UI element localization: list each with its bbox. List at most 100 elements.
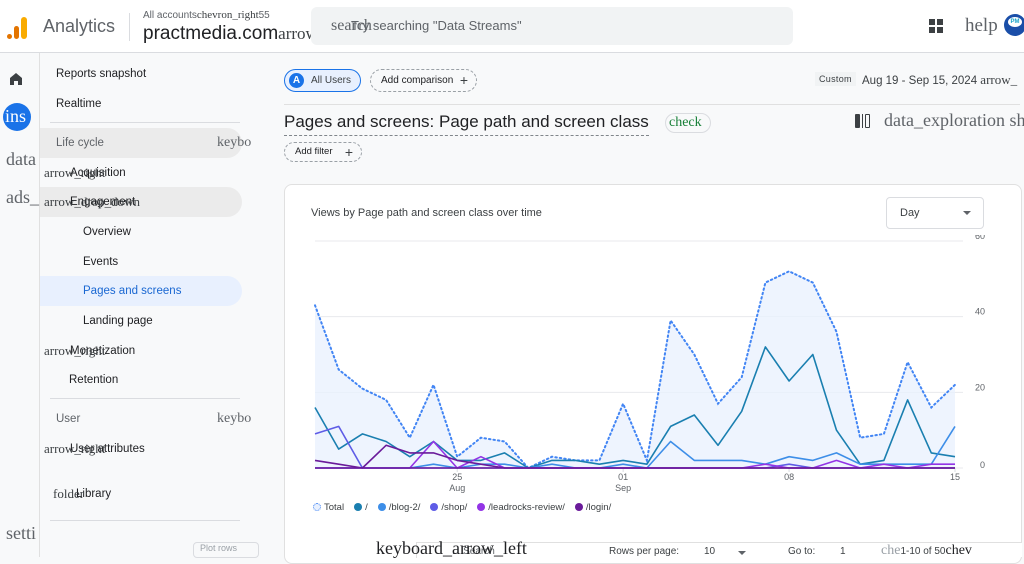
- legend-swatch-icon: [477, 503, 486, 511]
- divider: [50, 398, 240, 399]
- granularity-select[interactable]: Day: [886, 197, 984, 229]
- nav-item-user-attributes[interactable]: User attributes arrow_right: [40, 434, 242, 464]
- divider: [50, 520, 240, 521]
- rows-per-page-label: Rows per page:: [609, 546, 680, 557]
- arrow-right-icon: arrow_right: [44, 441, 106, 456]
- legend-item[interactable]: /login/: [574, 502, 611, 513]
- avatar[interactable]: PM: [1004, 14, 1024, 36]
- account-breadcrumb[interactable]: All accountschevron_right55: [143, 9, 270, 21]
- section-label: Life cycle: [56, 137, 104, 149]
- arrow-right-icon: arrow_right: [44, 165, 106, 180]
- avatar-initials: PM: [1008, 17, 1022, 27]
- table-toolbar: keyboard_arrow_left ... Search Rows per …: [376, 538, 1022, 558]
- nav-item-acquisition[interactable]: Acquisition arrow_right: [40, 158, 242, 188]
- total-area: [315, 271, 955, 468]
- page-range: 1-10 of 50: [900, 546, 946, 557]
- search-bar[interactable]: search Try searching "Data Streams": [311, 7, 793, 45]
- folder-icon: folder: [53, 486, 85, 501]
- left-rail: ins data ads_ setti: [0, 53, 40, 557]
- caret-down-icon: [963, 211, 971, 215]
- chart-title: Views by Page path and screen class over…: [311, 207, 542, 219]
- insights-icon[interactable]: ins: [3, 103, 31, 131]
- nav-item-overview[interactable]: Overview: [40, 217, 242, 247]
- plus-icon: +: [344, 144, 353, 160]
- nav-item-library[interactable]: Library folder: [40, 479, 242, 509]
- nav-item-landing-page[interactable]: Landing page: [40, 306, 242, 336]
- home-icon[interactable]: [9, 72, 23, 86]
- help-icon[interactable]: help: [965, 15, 998, 37]
- legend-item[interactable]: /leadrocks-review/: [477, 502, 565, 513]
- legend-label: /: [365, 502, 368, 513]
- go-to-label: Go to:: [788, 546, 816, 557]
- nav-item-engagement[interactable]: Engagement arrow_drop_down: [40, 187, 242, 217]
- data-exploration-icon[interactable]: data: [6, 149, 36, 170]
- arrow-drop-down-icon: arrow_: [980, 72, 1018, 87]
- plot-rows-button[interactable]: Plot rows: [193, 542, 259, 558]
- x-tick-month-label: Sep: [615, 483, 631, 493]
- search-input[interactable]: Try searching "Data Streams": [351, 18, 522, 33]
- page-title[interactable]: Pages and screens: Page path and screen …: [284, 112, 649, 136]
- app-name: Analytics: [43, 16, 116, 36]
- keyboard-arrow-up-icon: keybo: [217, 135, 252, 150]
- nav-section-user[interactable]: User keybo: [40, 404, 251, 434]
- plus-icon: +: [459, 72, 468, 88]
- reports-nav: Reports snapshot Realtime Life cycle key…: [40, 53, 251, 557]
- settings-icon[interactable]: setti: [6, 523, 36, 544]
- y-tick-label: 60: [975, 235, 985, 241]
- y-tick-label: 20: [975, 382, 985, 392]
- legend-label: /leadrocks-review/: [488, 502, 565, 513]
- legend-item[interactable]: /shop/: [430, 502, 467, 513]
- property-name: practmedia.com: [143, 23, 279, 44]
- x-tick-label: 01: [618, 472, 628, 482]
- add-comparison-button[interactable]: Add comparison +: [370, 69, 477, 92]
- caret-down-icon[interactable]: [738, 551, 746, 555]
- legend-swatch-icon: [354, 503, 363, 511]
- segment-label: All Users: [311, 75, 352, 86]
- date-range-text: Aug 19 - Sep 15, 2024: [862, 75, 978, 87]
- rows-per-page-select[interactable]: 10: [704, 546, 715, 557]
- date-range-badge: Custom: [815, 72, 856, 86]
- check-circle-icon[interactable]: check: [665, 113, 711, 133]
- analytics-logo-icon[interactable]: [7, 15, 29, 39]
- main-content: A All Users Add comparison + Custom Aug …: [193, 53, 1024, 564]
- nav-item-reports-snapshot[interactable]: Reports snapshot: [40, 59, 242, 89]
- nav-section-life-cycle[interactable]: Life cycle keybo: [40, 128, 251, 158]
- add-comparison-label: Add comparison: [381, 75, 454, 86]
- date-range-picker[interactable]: Aug 19 - Sep 15, 2024 arrow_: [862, 72, 1017, 88]
- x-tick-label: 15: [950, 472, 960, 482]
- chevron-right-icon[interactable]: chev: [945, 543, 971, 558]
- arrow-drop-down-icon: arrow_drop_down: [44, 194, 141, 209]
- top-app-bar: Analytics All accountschevron_right55 pr…: [0, 0, 1024, 53]
- divider: [129, 13, 130, 41]
- nav-item-monetization[interactable]: Monetization arrow_right: [40, 336, 242, 366]
- nav-item-realtime[interactable]: Realtime: [40, 89, 242, 119]
- add-filter-button[interactable]: Add filter +: [284, 142, 362, 162]
- account-crumb-label: All accounts: [143, 10, 197, 21]
- legend-swatch-icon: [574, 503, 583, 511]
- legend-label: /blog-2/: [388, 502, 421, 513]
- legend-item[interactable]: /blog-2/: [377, 502, 421, 513]
- legend-item[interactable]: Total: [313, 502, 344, 513]
- compare-icon[interactable]: [855, 114, 872, 128]
- add-filter-label: Add filter: [295, 146, 333, 157]
- keyboard-arrow-up-icon: keybo: [217, 411, 252, 426]
- legend-item[interactable]: /: [354, 502, 368, 513]
- keyboard-arrow-left-icon[interactable]: keyboard_arrow_left: [376, 538, 527, 559]
- section-label: User: [56, 413, 81, 425]
- nav-item-events[interactable]: Events: [40, 247, 242, 277]
- chevron-left-icon[interactable]: che: [881, 543, 900, 558]
- ads-icon[interactable]: ads_: [6, 187, 39, 208]
- legend-swatch-icon: [377, 503, 386, 511]
- go-to-input[interactable]: 1: [840, 546, 846, 557]
- y-tick-label: 40: [975, 307, 985, 317]
- account-crumb-tail: 55: [258, 10, 270, 21]
- x-tick-month-label: Aug: [449, 483, 465, 493]
- chevron-right-icon: chevron_right: [196, 9, 259, 21]
- apps-grid-icon[interactable]: [929, 19, 943, 33]
- granularity-value: Day: [900, 207, 920, 219]
- y-tick-label: 0: [980, 460, 985, 470]
- nav-item-retention[interactable]: Retention: [40, 365, 242, 395]
- nav-item-pages-and-screens[interactable]: Pages and screens: [40, 276, 242, 306]
- segment-chip-all-users[interactable]: A All Users: [284, 69, 361, 92]
- share-edit-icons[interactable]: data_exploration share edit: [884, 110, 1024, 131]
